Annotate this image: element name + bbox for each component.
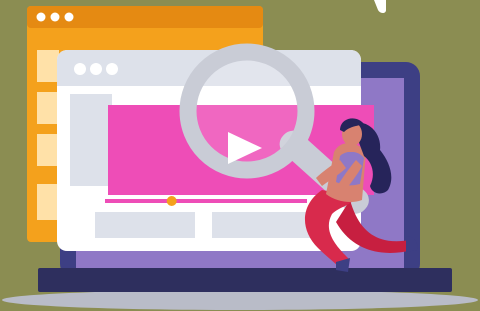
ground-shadow — [2, 290, 478, 310]
orange-window-block — [37, 134, 59, 166]
illustration-stage — [0, 0, 480, 311]
sidebar-placeholder — [70, 94, 112, 186]
window-dots-icon — [74, 63, 118, 75]
content-placeholder — [95, 212, 195, 238]
orange-window-block — [37, 50, 59, 82]
laptop-base — [38, 268, 452, 292]
orange-window-block — [37, 92, 59, 124]
decorative-shape — [374, 0, 386, 13]
orange-window-block — [37, 184, 59, 220]
progress-track[interactable] — [105, 199, 307, 203]
window-dots-icon — [36, 12, 74, 22]
content-placeholder — [212, 212, 312, 238]
illustration-canvas — [2, 0, 478, 310]
progress-handle[interactable] — [166, 196, 177, 206]
orange-window-titlebar — [27, 6, 263, 28]
